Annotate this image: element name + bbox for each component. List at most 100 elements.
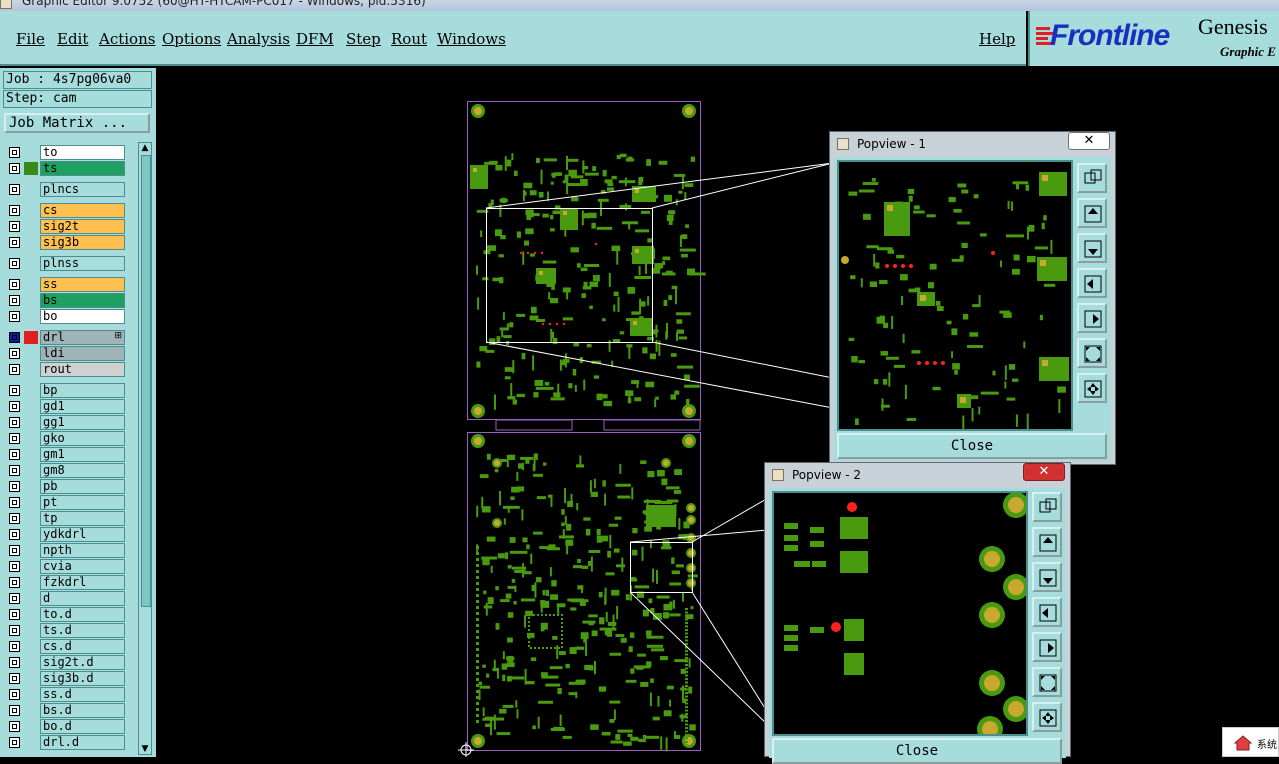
popview-2-pan-left-icon[interactable] [1032, 597, 1062, 627]
layer-name[interactable]: d [40, 591, 125, 606]
layer-checkbox[interactable] [9, 364, 20, 375]
layer-row-sig3b-d[interactable]: sig3b.d [5, 671, 127, 686]
layer-checkbox[interactable] [9, 258, 20, 269]
layer-row-gm8[interactable]: gm8 [5, 463, 127, 478]
layer-checkbox[interactable] [9, 449, 20, 460]
scroll-down-icon[interactable]: ▼ [140, 744, 150, 754]
layer-name[interactable]: bs.d [40, 703, 125, 718]
layer-name[interactable]: tp [40, 511, 125, 526]
layer-row-ydkdrl[interactable]: ydkdrl [5, 527, 127, 542]
layer-checkbox[interactable] [9, 545, 20, 556]
layer-name[interactable]: plncs [40, 182, 125, 197]
layer-name[interactable]: npth [40, 543, 125, 558]
layer-checkbox[interactable] [9, 147, 20, 158]
layer-checkbox[interactable] [9, 417, 20, 428]
layer-checkbox[interactable] [9, 561, 20, 572]
layer-checkbox[interactable] [9, 163, 20, 174]
menu-actions[interactable]: Actions [99, 30, 155, 48]
layer-row-sig2t[interactable]: sig2t [5, 219, 127, 234]
layer-list-scrollbar[interactable]: ▲ ▼ [138, 142, 152, 755]
layer-row-to-d[interactable]: to.d [5, 607, 127, 622]
layer-name[interactable]: fzkdrl [40, 575, 125, 590]
popview-2-close-button[interactable]: Close [772, 738, 1062, 764]
layer-name[interactable]: bs [40, 293, 125, 308]
layer-row-bo-d[interactable]: bo.d [5, 719, 127, 734]
layer-row-ts[interactable]: ts [5, 161, 127, 176]
layer-color-swatch[interactable] [24, 331, 38, 344]
layer-row-gg1[interactable]: gg1 [5, 415, 127, 430]
menu-windows[interactable]: Windows [437, 30, 506, 48]
menu-help[interactable]: Help [979, 30, 1015, 48]
layer-row-bs-d[interactable]: bs.d [5, 703, 127, 718]
layer-name[interactable]: cs [40, 203, 125, 218]
layer-row-ts-d[interactable]: ts.d [5, 623, 127, 638]
layer-name[interactable]: bo [40, 309, 125, 324]
layer-checkbox[interactable] [9, 593, 20, 604]
popview-2-pan-down-icon[interactable] [1032, 562, 1062, 592]
layer-row-sig3b[interactable]: sig3b [5, 235, 127, 250]
layer-color-swatch[interactable] [24, 162, 38, 175]
layer-checkbox[interactable] [9, 433, 20, 444]
layer-name[interactable]: ydkdrl [40, 527, 125, 542]
popview-1-close-button[interactable]: Close [837, 433, 1107, 459]
layer-checkbox[interactable] [9, 705, 20, 716]
layer-name[interactable]: bo.d [40, 719, 125, 734]
layer-checkbox[interactable] [9, 641, 20, 652]
popview-1-pan-left-icon[interactable] [1077, 268, 1107, 298]
layer-row-gm1[interactable]: gm1 [5, 447, 127, 462]
layer-name[interactable]: cs.d [40, 639, 125, 654]
job-matrix-button[interactable]: Job Matrix ... [4, 113, 150, 133]
layer-row-ss[interactable]: ss [5, 277, 127, 292]
scrollbar-thumb[interactable] [141, 155, 151, 607]
layer-checkbox[interactable] [9, 348, 20, 359]
popview-1-zoom-home-icon[interactable] [1077, 163, 1107, 193]
popview-1-pan-down-icon[interactable] [1077, 233, 1107, 263]
layer-row-plncs[interactable]: plncs [5, 182, 127, 197]
layer-row-cvia[interactable]: cvia [5, 559, 127, 574]
layer-row-bp[interactable]: bp [5, 383, 127, 398]
layer-checkbox[interactable] [9, 657, 20, 668]
layer-name[interactable]: to [40, 145, 125, 160]
layer-row-gko[interactable]: gko [5, 431, 127, 446]
layer-row-npth[interactable]: npth [5, 543, 127, 558]
layer-checkbox[interactable] [9, 385, 20, 396]
layer-row-sig2t-d[interactable]: sig2t.d [5, 655, 127, 670]
layer-row-cs-d[interactable]: cs.d [5, 639, 127, 654]
popview-1-canvas[interactable] [837, 160, 1073, 431]
popview-1-zoom-view[interactable] [839, 162, 1071, 429]
menu-file[interactable]: File [16, 30, 45, 48]
layer-row-drl[interactable]: drl ⊞ [5, 330, 127, 345]
popview-1-zoom-out-icon[interactable] [1077, 373, 1107, 403]
layer-checkbox[interactable] [9, 311, 20, 322]
menu-analysis[interactable]: Analysis [227, 30, 290, 48]
layer-name[interactable]: gd1 [40, 399, 125, 414]
layer-row-pt[interactable]: pt [5, 495, 127, 510]
layer-name[interactable]: sig2t [40, 219, 125, 234]
layer-name[interactable]: ss.d [40, 687, 125, 702]
layer-checkbox[interactable] [9, 529, 20, 540]
layer-row-bs[interactable]: bs [5, 293, 127, 308]
layer-name[interactable]: ts [40, 161, 125, 176]
layer-name[interactable]: pb [40, 479, 125, 494]
menu-step[interactable]: Step [346, 30, 381, 48]
layer-row-ldi[interactable]: ldi [5, 346, 127, 361]
layer-row-ss-d[interactable]: ss.d [5, 687, 127, 702]
layer-name[interactable]: cvia [40, 559, 125, 574]
layer-row-gd1[interactable]: gd1 [5, 399, 127, 414]
layer-name[interactable]: gm8 [40, 463, 125, 478]
layer-checkbox[interactable] [9, 625, 20, 636]
popview-2-pan-up-icon[interactable] [1032, 527, 1062, 557]
popview-1-pan-up-icon[interactable] [1077, 198, 1107, 228]
popview-2-close-icon[interactable]: ✕ [1023, 463, 1065, 481]
layer-row-fzkdrl[interactable]: fzkdrl [5, 575, 127, 590]
layer-checkbox[interactable] [9, 689, 20, 700]
layer-checkbox[interactable] [9, 221, 20, 232]
layer-checkbox[interactable] [9, 721, 20, 732]
scroll-up-icon[interactable]: ▲ [140, 143, 150, 153]
layer-checkbox[interactable] [9, 497, 20, 508]
layer-checkbox[interactable] [9, 737, 20, 748]
layer-row-cs[interactable]: cs [5, 203, 127, 218]
layer-checkbox[interactable] [9, 295, 20, 306]
layer-checkbox[interactable] [9, 237, 20, 248]
layer-name[interactable]: gm1 [40, 447, 125, 462]
